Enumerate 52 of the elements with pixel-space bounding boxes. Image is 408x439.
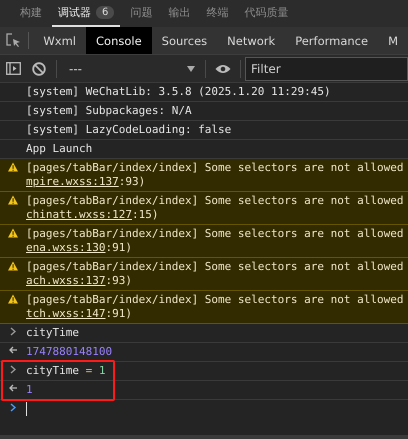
source-link[interactable]: ena.wxss:130 — [26, 241, 106, 254]
warning-message: [pages/tabBar/index/index] Some selectors are not allowed — [26, 293, 404, 306]
filter-field[interactable]: Filter — [245, 56, 408, 80]
return-arrow-icon — [8, 384, 18, 392]
log-message: App Launch — [26, 142, 92, 156]
input-text: cityTime = 1 — [26, 364, 106, 378]
sidebar-toggle-icon[interactable] — [6, 62, 20, 75]
warning-icon — [8, 261, 18, 271]
devtools-tab[interactable]: M — [378, 27, 408, 54]
source-position: :93) — [105, 274, 132, 287]
warning-message: [pages/tabBar/index/index] Some selectors are not allowed — [26, 161, 404, 174]
log-message: [system] WeChatLib: 3.5.8 (2025.1.20 11:29:45) — [26, 85, 331, 99]
result-text: 1747880148100 — [26, 345, 112, 359]
devtools-tab[interactable]: Console — [86, 27, 152, 54]
panel-tab[interactable]: 代码质量 — [238, 0, 294, 27]
context-select[interactable]: --- — [61, 58, 201, 80]
source-link[interactable]: chinatt.wxss:127 — [26, 208, 132, 221]
warning-icon — [8, 162, 18, 172]
warning-message: [pages/tabBar/index/index] Some selectors are not allowed — [26, 194, 404, 207]
warning-icon — [8, 228, 18, 238]
source-position: :91) — [105, 241, 132, 254]
chevron-icon — [10, 365, 16, 374]
panel-tab[interactable]: 输出 — [162, 0, 196, 27]
chevron-icon — [10, 327, 16, 336]
warning-icon — [8, 195, 18, 205]
devtools-tab[interactable]: Performance — [285, 27, 378, 54]
result-text: 1 — [26, 383, 33, 397]
chevron-icon — [10, 403, 16, 412]
source-position: :15) — [132, 208, 158, 221]
devtools-tab[interactable]: Wxml — [33, 27, 86, 54]
clear-icon[interactable] — [32, 62, 46, 76]
source-link[interactable]: ach.wxss:137 — [26, 274, 106, 287]
dropdown-icon — [187, 66, 195, 72]
source-position: :91) — [105, 307, 132, 320]
count-badge: 6 — [96, 6, 114, 19]
source-link[interactable]: tch.wxss:147 — [26, 307, 106, 320]
log-message: [system] Subpackages: N/A — [26, 104, 192, 118]
log-message: [system] LazyCodeLoading: false — [26, 123, 232, 137]
inspect-icon[interactable] — [6, 33, 22, 48]
panel-tab[interactable]: 终端 — [200, 0, 234, 27]
warning-message: [pages/tabBar/index/index] Some selectors are not allowed — [26, 260, 404, 273]
panel-tab[interactable]: 构建 — [14, 0, 48, 27]
panel-tab[interactable]: 问题 — [124, 0, 158, 27]
source-link[interactable]: mpire.wxss:137 — [26, 175, 119, 188]
warning-icon — [8, 294, 18, 304]
devtools-tab[interactable]: Sources — [152, 27, 218, 54]
return-arrow-icon — [8, 346, 18, 354]
source-position: :93) — [118, 175, 146, 188]
warning-message: [pages/tabBar/index/index] Some selectors are not allowed — [26, 227, 404, 240]
input-text: cityTime — [26, 326, 79, 340]
devtools-tab[interactable]: Network — [217, 27, 286, 54]
eye-icon[interactable] — [215, 64, 231, 74]
